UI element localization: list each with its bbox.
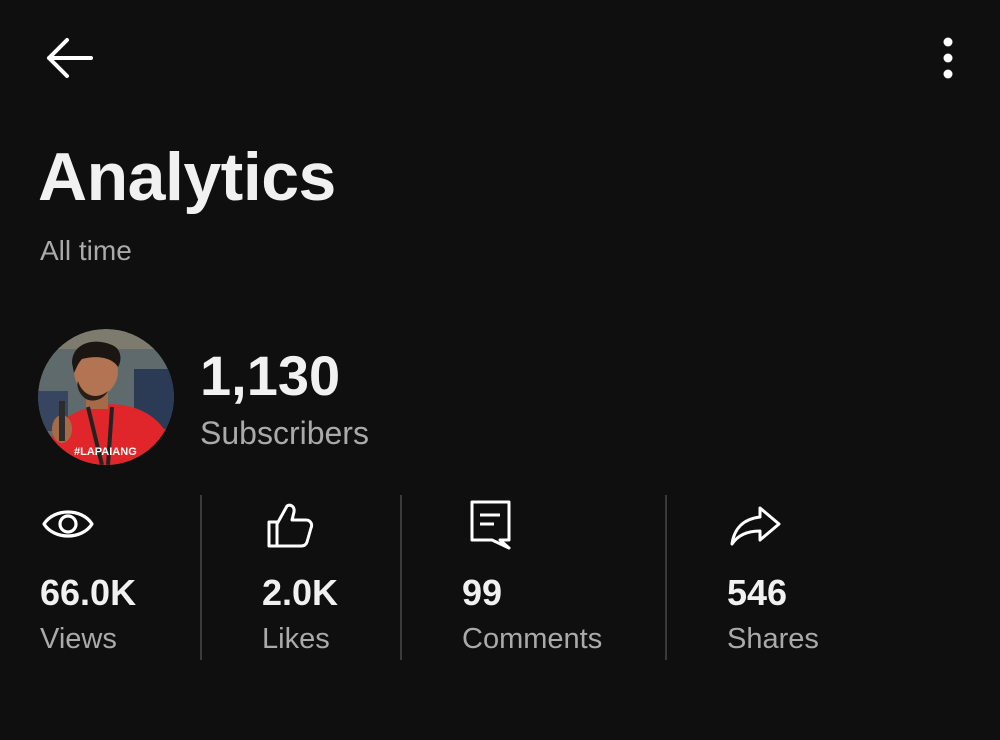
more-options-button[interactable] xyxy=(920,30,976,86)
analytics-screen: Analytics All time #LAPAIANG 1,130 Subsc… xyxy=(0,0,1000,740)
likes-value: 2.0K xyxy=(262,572,339,613)
stat-likes[interactable]: 2.0K Likes xyxy=(262,500,338,655)
back-button[interactable] xyxy=(38,30,98,86)
arrow-left-icon xyxy=(47,38,93,78)
stat-divider xyxy=(665,495,667,660)
avatar-shirt-text: #LAPAIANG xyxy=(74,446,137,458)
channel-avatar[interactable]: #LAPAIANG xyxy=(38,329,174,465)
avatar-image: #LAPAIANG xyxy=(38,329,174,465)
views-value: 66.0K xyxy=(40,572,137,613)
thumbs-up-icon xyxy=(267,503,314,548)
comments-value: 99 xyxy=(462,572,503,613)
share-icon xyxy=(730,506,781,546)
time-range-label: All time xyxy=(40,235,132,266)
likes-label: Likes xyxy=(262,623,330,655)
comment-icon xyxy=(470,500,511,550)
page-title: Analytics xyxy=(38,139,336,215)
stat-views[interactable]: 66.0K Views xyxy=(40,500,136,655)
eye-icon xyxy=(42,510,94,538)
comments-label: Comments xyxy=(462,623,603,655)
views-label: Views xyxy=(40,623,117,655)
shares-value: 546 xyxy=(727,572,788,613)
stat-comments[interactable]: 99 Comments xyxy=(462,500,602,655)
stat-divider xyxy=(400,495,402,660)
stat-shares[interactable]: 546 Shares xyxy=(727,500,819,655)
subscriber-count: 1,130 xyxy=(200,344,341,407)
stat-divider xyxy=(200,495,202,660)
more-vertical-icon xyxy=(943,37,953,79)
subscriber-label: Subscribers xyxy=(200,415,369,451)
shares-label: Shares xyxy=(727,623,819,655)
